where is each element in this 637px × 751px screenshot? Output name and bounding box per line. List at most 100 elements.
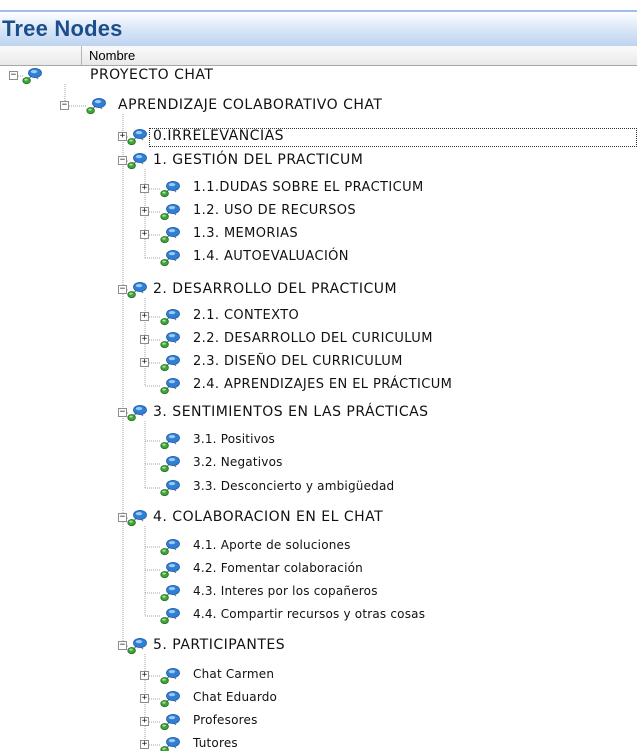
node-network-icon [160,668,180,685]
expand-toggle-icon[interactable]: + [140,184,149,193]
expand-toggle-icon[interactable]: + [140,312,149,321]
tree-nodes-panel: Tree Nodes Nombre − PROYECTO CHAT − APRENDI… [0,0,637,751]
tree-node-label[interactable]: 1.2. USO DE RECURSOS [193,203,356,218]
expand-toggle-icon[interactable]: + [140,740,149,749]
tree-node-label[interactable]: Chat Carmen [193,667,274,681]
tree-node-label[interactable]: 1. GESTIÓN DEL PRACTICUM [153,152,363,168]
tree-node[interactable]: + Tutores [0,734,637,751]
node-network-icon [160,181,180,198]
node-network-icon [160,539,180,556]
node-network-icon [127,510,147,527]
tree-view[interactable]: − PROYECTO CHAT − APRENDIZAJE COLABORATIVO … [0,0,637,751]
tree-node[interactable]: +1.1.DUDAS SOBRE EL PRACTICUM [0,178,637,200]
tree-node[interactable]: +2.3. DISEÑO DEL CURRICULUM [0,352,637,374]
node-network-icon [160,355,180,372]
tree-node[interactable]: − APRENDIZAJE COLABORATIVO CHAT [0,95,637,117]
node-network-icon [160,456,180,473]
tree-node-label[interactable]: 1.3. MEMORIAS [193,226,298,241]
collapse-toggle-icon[interactable]: − [118,641,127,650]
tree-node[interactable]: 4.2. Fomentar colaboración [0,559,637,581]
node-network-icon [160,737,180,751]
tree-node[interactable]: 3.1. Positivos [0,430,637,452]
node-network-icon [127,129,147,146]
tree-node[interactable]: 2.4. APRENDIZAJES EN EL PRÁCTICUM [0,375,637,397]
node-network-icon [160,562,180,579]
tree-node-label[interactable]: 4. COLABORACION EN EL CHAT [153,509,383,525]
tree-node-label[interactable]: 3. SENTIMIENTOS EN LAS PRÁCTICAS [153,404,429,420]
tree-node-label[interactable]: 1.4. AUTOEVALUACIÓN [193,249,349,264]
tree-node-label[interactable]: 3.1. Positivos [193,432,275,446]
expand-toggle-icon[interactable]: + [140,717,149,726]
tree-node[interactable]: − 2. DESARROLLO DEL PRACTICUM [0,279,637,301]
node-network-icon [160,480,180,497]
node-network-icon [127,405,147,422]
tree-node[interactable]: 3.2. Negativos [0,453,637,475]
node-network-icon [22,68,42,85]
node-network-icon [160,433,180,450]
node-network-icon [160,332,180,349]
expand-toggle-icon[interactable]: + [140,694,149,703]
node-network-icon [160,227,180,244]
node-network-icon [160,691,180,708]
tree-node[interactable]: − 4. COLABORACION EN EL CHAT [0,507,637,529]
tree-node[interactable]: +1.3. MEMORIAS [0,224,637,246]
tree-node-label[interactable]: 4.4. Compartir recursos y otras cosas [193,607,425,621]
tree-node[interactable]: 4.4. Compartir recursos y otras cosas [0,605,637,627]
node-network-icon [160,608,180,625]
tree-node[interactable]: 4.3. Interes por los copañeros [0,582,637,604]
tree-node[interactable]: − 1. GESTIÓN DEL PRACTICUM [0,150,637,172]
node-network-icon [160,714,180,731]
tree-node[interactable]: − 5. PARTICIPANTES [0,635,637,657]
focused-row-outline [149,128,637,147]
expand-toggle-icon[interactable]: + [118,132,127,141]
collapse-toggle-icon[interactable]: − [60,101,69,110]
collapse-toggle-icon[interactable]: − [118,408,127,417]
node-network-icon [160,309,180,326]
tree-node-label[interactable]: APRENDIZAJE COLABORATIVO CHAT [118,97,382,113]
collapse-toggle-icon[interactable]: − [9,71,18,80]
tree-node-label[interactable]: 5. PARTICIPANTES [153,637,285,653]
tree-node-label[interactable]: Chat Eduardo [193,690,277,704]
tree-node[interactable]: 3.3. Desconcierto y ambigüedad [0,477,637,499]
tree-node-label[interactable]: 3.2. Negativos [193,455,283,469]
tree-node[interactable]: +1.2. USO DE RECURSOS [0,201,637,223]
node-network-icon [127,153,147,170]
tree-node-label[interactable]: 4.3. Interes por los copañeros [193,584,378,598]
expand-toggle-icon[interactable]: + [140,335,149,344]
tree-node[interactable]: +2.1. CONTEXTO [0,306,637,328]
tree-node-label[interactable]: Profesores [193,713,258,727]
tree-node-label[interactable]: 3.3. Desconcierto y ambigüedad [193,479,394,493]
tree-node-label[interactable]: 4.2. Fomentar colaboración [193,561,363,575]
tree-node[interactable]: − 3. SENTIMIENTOS EN LAS PRÁCTICAS [0,402,637,424]
tree-node[interactable]: − PROYECTO CHAT [0,65,637,87]
tree-node[interactable]: +2.2. DESARROLLO DEL CURICULUM [0,329,637,351]
collapse-toggle-icon[interactable]: − [118,285,127,294]
node-network-icon [160,585,180,602]
expand-toggle-icon[interactable]: + [140,207,149,216]
tree-node[interactable]: 4.1. Aporte de soluciones [0,536,637,558]
expand-toggle-icon[interactable]: + [140,358,149,367]
tree-node-label[interactable]: 4.1. Aporte de soluciones [193,538,351,552]
tree-node-label[interactable]: 2. DESARROLLO DEL PRACTICUM [153,281,397,297]
tree-node[interactable]: + Chat Eduardo [0,688,637,710]
tree-node-label[interactable]: 2.4. APRENDIZAJES EN EL PRÁCTICUM [193,377,452,392]
tree-node-label[interactable]: Tutores [193,736,238,750]
node-network-icon [160,204,180,221]
tree-node-label[interactable]: 2.3. DISEÑO DEL CURRICULUM [193,354,403,369]
node-network-icon [127,638,147,655]
expand-toggle-icon[interactable]: + [140,230,149,239]
node-network-icon [160,250,180,267]
node-network-icon [160,378,180,395]
node-network-icon [86,98,106,115]
tree-node-label[interactable]: 2.2. DESARROLLO DEL CURICULUM [193,331,433,346]
tree-node[interactable]: 1.4. AUTOEVALUACIÓN [0,247,637,269]
tree-node-label[interactable]: 1.1.DUDAS SOBRE EL PRACTICUM [193,180,424,195]
tree-node[interactable]: + Chat Carmen [0,665,637,687]
node-network-icon [127,282,147,299]
tree-node[interactable]: + Profesores [0,711,637,733]
tree-node-label[interactable]: PROYECTO CHAT [90,67,213,83]
expand-toggle-icon[interactable]: + [140,671,149,680]
collapse-toggle-icon[interactable]: − [118,156,127,165]
tree-node-label[interactable]: 2.1. CONTEXTO [193,308,299,323]
collapse-toggle-icon[interactable]: − [118,513,127,522]
